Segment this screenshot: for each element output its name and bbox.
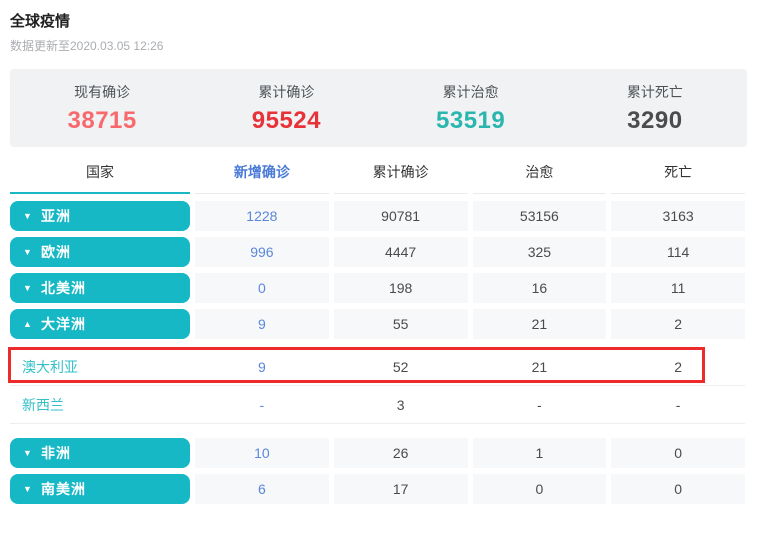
deaths-cell: 2 [611, 309, 745, 339]
page-title: 全球疫情 [10, 13, 71, 30]
column-header-cured[interactable]: 治愈 [472, 162, 607, 194]
table-row-north-america: ▼ 北美洲 0 198 16 11 [10, 273, 745, 303]
cured-cell: 16 [472, 273, 607, 303]
total-confirmed-cell: 3 [396, 396, 405, 413]
table-row-australia: 澳大利亚 9 52 21 2 [8, 347, 745, 386]
total-confirmed-cell: 55 [333, 309, 468, 339]
deaths-cell: 3163 [611, 201, 745, 231]
continent-toggle-north-america[interactable]: ▼ 北美洲 [10, 273, 190, 303]
continent-name: 大洋洲 [41, 316, 86, 332]
column-header-new-confirmed[interactable]: 新增确诊 [195, 162, 329, 194]
column-header-total-confirmed[interactable]: 累计确诊 [333, 162, 468, 194]
stat-value: 3290 [627, 106, 683, 134]
deaths-cell: 0 [611, 474, 745, 504]
new-confirmed-cell: 9 [257, 358, 266, 375]
cured-cell: 0 [472, 474, 607, 504]
continent-name: 北美洲 [41, 280, 86, 296]
column-header-country[interactable]: 国家 [10, 162, 190, 194]
new-confirmed-cell: 9 [195, 309, 329, 339]
chevron-down-icon: ▼ [23, 211, 32, 221]
column-header-deaths[interactable]: 死亡 [611, 162, 745, 194]
new-confirmed-cell: 6 [195, 474, 329, 504]
continent-toggle-oceania[interactable]: ▲ 大洋洲 [10, 309, 190, 339]
continent-name: 欧洲 [41, 244, 71, 260]
stat-label: 累计治愈 [442, 83, 499, 100]
table-row-south-america: ▼ 南美洲 6 17 0 0 [10, 474, 745, 504]
stat-value: 38715 [67, 106, 137, 134]
total-confirmed-cell: 4447 [333, 237, 468, 267]
country-link-new-zealand[interactable]: 新西兰 [10, 386, 190, 423]
total-confirmed-cell: 90781 [333, 201, 468, 231]
deaths-cell: 0 [611, 438, 745, 468]
total-confirmed-cell: 17 [333, 474, 468, 504]
stat-label: 现有确诊 [74, 83, 131, 100]
deaths-cell: 2 [674, 358, 683, 375]
continent-name: 南美洲 [41, 481, 86, 497]
continent-toggle-asia[interactable]: ▼ 亚洲 [10, 201, 190, 231]
data-updated-timestamp: 数据更新至2020.03.05 12:26 [10, 39, 164, 53]
table-row-africa: ▼ 非洲 10 26 1 0 [10, 438, 745, 468]
stat-current-confirmed: 现有确诊 38715 [10, 82, 194, 135]
stat-value: 53519 [436, 106, 506, 134]
continent-toggle-europe[interactable]: ▼ 欧洲 [10, 237, 190, 267]
table-row-europe: ▼ 欧洲 996 4447 325 114 [10, 237, 745, 267]
table-row-oceania: ▲ 大洋洲 9 55 21 2 [10, 309, 745, 339]
stat-total-confirmed: 累计确诊 95524 [194, 82, 378, 135]
new-confirmed-cell: 996 [195, 237, 329, 267]
chevron-down-icon: ▼ [23, 283, 32, 293]
deaths-cell: 11 [611, 273, 745, 303]
continent-toggle-africa[interactable]: ▼ 非洲 [10, 438, 190, 468]
continent-name: 非洲 [41, 445, 71, 461]
new-confirmed-cell: 1228 [195, 201, 329, 231]
table-body: ▼ 亚洲 1228 90781 53156 3163 ▼ 欧洲 996 4447… [8, 201, 745, 504]
chevron-up-icon: ▲ [23, 319, 32, 329]
total-confirmed-cell: 52 [392, 358, 409, 375]
cured-cell: 53156 [472, 201, 607, 231]
total-confirmed-cell: 198 [333, 273, 468, 303]
countries-table: 国家 新增确诊 累计确诊 治愈 死亡 ▼ 亚洲 1228 90781 53156… [8, 162, 745, 504]
table-row-asia: ▼ 亚洲 1228 90781 53156 3163 [10, 201, 745, 231]
stat-label: 累计确诊 [258, 83, 315, 100]
continent-toggle-south-america[interactable]: ▼ 南美洲 [10, 474, 190, 504]
new-confirmed-cell: 10 [195, 438, 329, 468]
chevron-down-icon: ▼ [23, 247, 32, 257]
stat-total-deaths: 累计死亡 3290 [563, 82, 747, 135]
cured-cell: - [537, 396, 542, 413]
new-confirmed-cell: 0 [195, 273, 329, 303]
stat-total-cured: 累计治愈 53519 [379, 82, 563, 135]
oceania-expanded-countries: 澳大利亚 9 52 21 2 新西兰 - 3 - - [8, 347, 745, 424]
global-epidemic-page: 全球疫情 数据更新至2020.03.05 12:26 现有确诊 38715 累计… [0, 0, 757, 504]
cured-cell: 1 [472, 438, 607, 468]
cured-cell: 21 [472, 309, 607, 339]
cured-cell: 21 [531, 358, 548, 375]
chevron-down-icon: ▼ [23, 448, 32, 458]
cured-cell: 325 [472, 237, 607, 267]
chevron-down-icon: ▼ [23, 484, 32, 494]
new-confirmed-cell: - [259, 396, 265, 413]
stat-label: 累计死亡 [626, 83, 683, 100]
country-link-australia[interactable]: 澳大利亚 [10, 348, 190, 385]
total-confirmed-cell: 26 [333, 438, 468, 468]
summary-stats-bar: 现有确诊 38715 累计确诊 95524 累计治愈 53519 累计死亡 32… [10, 69, 747, 147]
stat-value: 95524 [251, 106, 321, 134]
continent-name: 亚洲 [41, 208, 71, 224]
table-header: 国家 新增确诊 累计确诊 治愈 死亡 [10, 162, 745, 194]
table-row-new-zealand: 新西兰 - 3 - - [10, 386, 745, 424]
deaths-cell: - [675, 396, 681, 413]
deaths-cell: 114 [611, 237, 745, 267]
